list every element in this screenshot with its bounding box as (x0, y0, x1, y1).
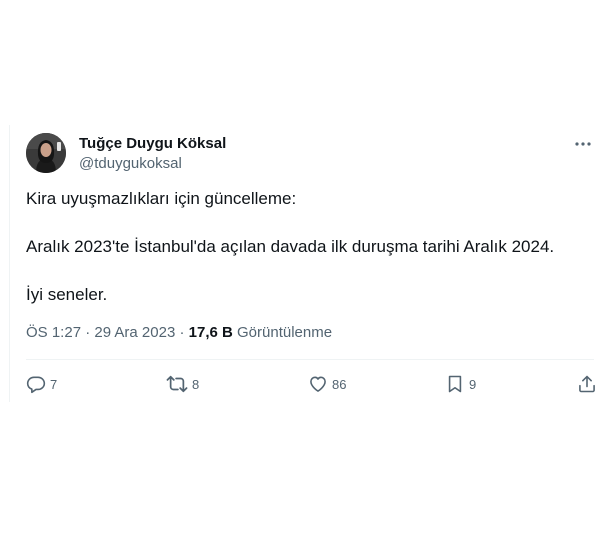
tweet-text-line: Kira uyuşmazlıkları için güncelleme: (26, 189, 297, 208)
retweet-icon (166, 375, 188, 393)
meta-separator: · (179, 324, 185, 341)
avatar-image (26, 133, 66, 173)
tweet-text-line: Aralık 2023'te İstanbul'da açılan davada… (26, 237, 555, 256)
retweet-count: 8 (192, 376, 200, 392)
author-handle[interactable]: @tduygukoksal (79, 155, 182, 173)
bookmark-icon (448, 375, 462, 393)
divider (26, 359, 594, 360)
like-count: 86 (332, 376, 347, 392)
bookmark-count: 9 (469, 376, 477, 392)
bookmark-button[interactable]: 9 (445, 374, 476, 394)
tweet-date[interactable]: 29 Ara 2023 (94, 324, 175, 341)
reply-button[interactable]: 7 (26, 374, 57, 394)
tweet-meta: ÖS 1:27 · 29 Ara 2023 · 17,6 B Görüntüle… (26, 323, 332, 343)
tweet-card: Tuğçe Duygu Köksal @tduygukoksal Kira uy… (9, 125, 609, 402)
like-button[interactable]: 86 (308, 374, 346, 394)
action-bar: 7 8 86 9 (26, 374, 596, 394)
more-horizontal-icon (575, 142, 591, 146)
tweet-time[interactable]: ÖS 1:27 (26, 324, 81, 341)
retweet-button[interactable]: 8 (166, 374, 199, 394)
reply-count: 7 (50, 376, 58, 392)
heart-icon (310, 376, 326, 392)
views-label: Görüntülenme (237, 324, 333, 341)
tweet-text-line: İyi seneler. (26, 285, 108, 304)
author-name[interactable]: Tuğçe Duygu Köksal (79, 135, 226, 153)
meta-separator: · (85, 324, 91, 341)
tweet-text: Kira uyuşmazlıkları için güncelleme: Ara… (26, 187, 596, 307)
comment-bubble-icon (26, 376, 46, 394)
share-button[interactable] (577, 374, 597, 394)
more-options-button[interactable] (573, 135, 593, 153)
share-upload-icon (579, 375, 595, 393)
views-count[interactable]: 17,6 B (189, 324, 233, 341)
avatar[interactable] (26, 133, 66, 173)
